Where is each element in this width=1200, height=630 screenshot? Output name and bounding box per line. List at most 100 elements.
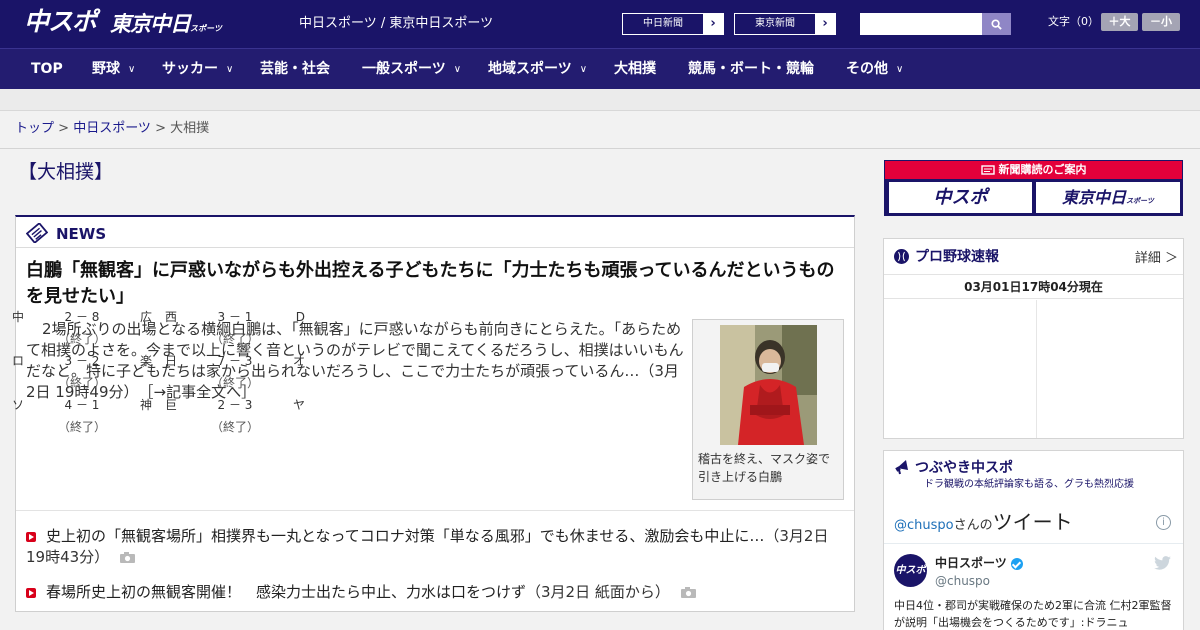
chevron-down-icon: ∨ <box>453 64 462 75</box>
chevron-down-icon: ∨ <box>226 64 234 75</box>
home-team: 西 <box>165 310 178 324</box>
nav-label: 大相撲 <box>614 61 656 77</box>
away-team: 広 <box>139 310 152 324</box>
timeline-san: さんの <box>953 518 993 533</box>
nav-keiba[interactable]: 競馬・ボート・競輪 <box>688 49 814 89</box>
megaphone-icon <box>895 460 908 475</box>
home-team: 中 <box>12 310 25 324</box>
home-team: ソ <box>12 398 25 412</box>
game-status: （終了） <box>57 332 106 346</box>
nav-general-sports[interactable]: 一般スポーツ ∨ <box>362 49 461 89</box>
headline-link[interactable]: 白鵬「無観客」に戸惑いながらも外出控える子どもたちに「力士たちも頑張っているんだ… <box>26 258 848 310</box>
logo-tokyo-chunichi[interactable]: 東京中日スポーツ <box>110 12 222 41</box>
game-row[interactable]: 巨 2 － 3 （終了） ヤ <box>165 394 305 438</box>
subscribe-chuspo-button[interactable]: 中スポ <box>889 182 1032 213</box>
font-size-label: 文字（0） <box>1048 15 1099 28</box>
away-team: オ <box>292 354 305 368</box>
search-input[interactable] <box>860 13 982 35</box>
away-team: 楽 <box>139 354 152 368</box>
game-row[interactable]: ソ 4 － 1 （終了） 神 <box>12 394 152 438</box>
tweet-user-name[interactable]: 中日スポーツ <box>935 555 1023 571</box>
game-score: 3 － 1 <box>217 310 253 324</box>
nav-label: 一般スポーツ <box>362 61 446 77</box>
tweet-user-handle[interactable]: @chuspo <box>935 573 990 589</box>
away-team: D <box>295 310 305 324</box>
nav-label: 芸能・社会 <box>260 61 330 77</box>
scores-timestamp: 03月01日17時04分現在 <box>884 276 1183 299</box>
list-item-title: 春場所史上初の無観客開催！ 感染力士出たら中止、力水は口をつけず <box>46 583 527 601</box>
chevron-down-icon: ∨ <box>579 64 588 75</box>
nav-label: 地域スポーツ <box>488 61 572 77</box>
logo-chunichi-sports[interactable]: 中スポ <box>24 8 97 36</box>
chevron-right-icon: › <box>815 14 835 34</box>
game-row[interactable]: 日 7 － 3 （終了） オ <box>165 350 305 394</box>
info-icon[interactable]: i <box>1156 515 1171 530</box>
camera-icon <box>119 552 135 563</box>
scores-header: プロ野球速報 詳細 ＞ <box>884 239 1183 275</box>
game-score: 3 － 2 <box>64 354 100 368</box>
photo-box: 稽古を終え、マスク姿で引き上げる白鵬 <box>692 319 844 500</box>
nav-entertainment[interactable]: 芸能・社会 <box>260 49 330 89</box>
logo-tokyo-chunichi-text: 東京中日 <box>110 12 191 36</box>
nav-regional-sports[interactable]: 地域スポーツ ∨ <box>488 49 587 89</box>
search-box <box>860 13 1011 35</box>
search-icon <box>991 18 1002 30</box>
game-row[interactable]: ロ 3 － 2 （終了） 楽 <box>12 350 152 394</box>
site-names: 中日スポーツ / 東京中日スポーツ <box>299 16 494 31</box>
game-score: 2 － 3 <box>217 398 253 412</box>
breadcrumb-section[interactable]: 中日スポーツ <box>73 121 151 136</box>
game-status: （終了） <box>210 420 259 434</box>
search-button[interactable] <box>982 13 1011 35</box>
site-header: 中スポ 東京中日スポーツ 中日スポーツ / 東京中日スポーツ 中日新聞 › 東京… <box>0 0 1200 48</box>
nav-soccer[interactable]: サッカー ∨ <box>162 49 233 89</box>
chunichi-shimbun-label: 中日新聞 <box>643 18 683 29</box>
tweet-user-name-text: 中日スポーツ <box>935 556 1007 570</box>
nav-top[interactable]: TOP <box>31 49 63 89</box>
divider <box>16 510 854 511</box>
divider <box>0 148 1200 149</box>
game-row[interactable]: 中 2 － 8 （終了） 広 <box>12 306 152 350</box>
twitter-bird-icon[interactable] <box>1154 556 1171 570</box>
nav-baseball[interactable]: 野球 ∨ <box>92 49 135 89</box>
sub-band <box>0 89 1200 111</box>
tokyo-shimbun-link[interactable]: 東京新聞 › <box>734 13 836 35</box>
game-score: 7 － 3 <box>217 354 253 368</box>
scores-detail-link[interactable]: 詳細 ＞ <box>1135 247 1178 266</box>
chevron-down-icon: ∨ <box>896 64 904 75</box>
tokyo-shimbun-label: 東京新聞 <box>755 18 795 29</box>
baseball-stitch-icon <box>898 251 905 262</box>
subscribe-title: 新聞購読のご案内 <box>998 163 1087 176</box>
away-team: 神 <box>139 398 152 412</box>
newspaper-icon <box>26 223 48 243</box>
font-larger-button[interactable]: ＋大 <box>1101 13 1138 31</box>
page-title: 【大相撲】 <box>18 161 114 183</box>
game-row[interactable]: 西 3 － 1 （終了） D <box>165 306 305 350</box>
breadcrumb: トップ > 中日スポーツ > 大相撲 <box>15 120 209 138</box>
news-header: NEWS <box>16 217 854 248</box>
tweet-text[interactable]: 中日4位・郡司が実戦確保のため2軍に合流 仁村2軍監督が説明「出場機会をつくるた… <box>894 597 1176 630</box>
chunichi-shimbun-link[interactable]: 中日新聞 › <box>622 13 724 35</box>
list-item[interactable]: 春場所史上初の無観客開催！ 感染力士出たら中止、力水は口をつけず（3月2日 紙面… <box>26 582 846 603</box>
list-item[interactable]: 史上初の「無観客場所」相撲界も一丸となってコロナ対策「単なる風邪」でも休ませる、… <box>26 526 846 568</box>
news-label: NEWS <box>56 225 107 243</box>
list-item-date: （3月2日 紙面から） <box>526 583 670 601</box>
twitter-handle-link[interactable]: @chuspo <box>894 518 954 533</box>
twitter-widget-subtitle: ドラ観戦の本紙評論家も語る、グラも熱烈応援 <box>924 479 1134 490</box>
home-team: 日 <box>165 354 178 368</box>
subscribe-tokyo-chunichi-button[interactable]: 東京中日スポーツ <box>1036 182 1180 213</box>
list-item-title: 史上初の「無観客場所」相撲界も一丸となってコロナ対策「単なる風邪」でも休ませる、… <box>46 527 765 545</box>
font-smaller-button[interactable]: －小 <box>1142 13 1180 31</box>
game-status: （終了） <box>57 420 106 434</box>
nav-label: 野球 <box>92 61 120 77</box>
nav-other[interactable]: その他 ∨ <box>846 49 903 89</box>
hakuho-photo[interactable] <box>720 325 817 445</box>
photo-illustration <box>720 325 817 445</box>
nav-sumo[interactable]: 大相撲 <box>614 49 656 89</box>
home-team: 巨 <box>165 398 178 412</box>
verified-icon <box>1010 557 1023 570</box>
avatar[interactable]: 中スポ <box>894 554 927 587</box>
breadcrumb-top[interactable]: トップ <box>15 121 54 136</box>
photo-caption: 稽古を終え、マスク姿で引き上げる白鵬 <box>698 452 831 484</box>
camera-icon <box>680 587 696 598</box>
main-nav: TOP 野球 ∨ サッカー ∨ 芸能・社会 一般スポーツ ∨ 地域スポーツ ∨ 大相撲 … <box>0 48 1200 89</box>
